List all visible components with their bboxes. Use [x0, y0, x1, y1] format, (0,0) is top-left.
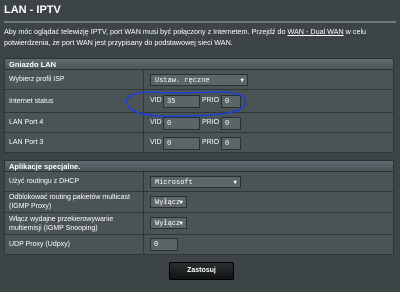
internet-vid-label: VID — [150, 97, 162, 104]
igmp-snooping-value: Wyłącz — [155, 220, 181, 228]
dhcp-routing-value: Microsoft — [155, 179, 193, 187]
igmp-proxy-label: Odblokować routing pakietów multicast (I… — [5, 192, 144, 212]
chevron-down-icon: ▼ — [233, 179, 237, 186]
udp-proxy-label: UDP Proxy (Udpxy) — [5, 235, 144, 254]
igmp-proxy-select[interactable]: Wyłącz ▼ — [150, 196, 187, 208]
wan-dual-wan-link[interactable]: WAN - Dual WAN — [288, 27, 344, 36]
page-description: Aby móc oglądać telewizję IPTV, port WAN… — [4, 26, 396, 48]
igmp-snooping-row: Włącz wydajne przekierowywanie multiemis… — [4, 213, 394, 235]
chevron-down-icon: ▼ — [179, 199, 183, 206]
isp-profile-label: Wybierz profil ISP — [5, 70, 144, 89]
page-title: LAN - IPTV — [4, 4, 61, 16]
dhcp-routing-label: Użyć routingu z DHCP — [5, 172, 144, 191]
chevron-down-icon: ▼ — [179, 220, 183, 227]
lan4-prio-input[interactable]: 0 — [221, 117, 241, 130]
lan4-prio-label: PRIO — [202, 119, 220, 126]
lan-port-4-row: LAN Port 4 VID 0 PRIO 0 — [4, 113, 394, 133]
lan3-prio-input[interactable]: 0 — [221, 137, 241, 150]
dhcp-routing-select[interactable]: Microsoft ▼ — [150, 176, 241, 188]
internet-vid-input[interactable]: 35 — [163, 95, 200, 108]
internet-status-label: Internet status — [5, 90, 144, 112]
lan4-vid-input[interactable]: 0 — [163, 117, 200, 130]
igmp-snooping-select[interactable]: Wyłącz ▼ — [150, 217, 187, 229]
isp-profile-value: Ustaw. ręczne — [155, 77, 210, 85]
igmp-proxy-row: Odblokować routing pakietów multicast (I… — [4, 192, 394, 213]
lan-port-3-label: LAN Port 3 — [5, 133, 144, 152]
internet-status-row: Internet status VID 35 PRIO 0 — [4, 90, 394, 113]
apply-button[interactable]: Zastosuj — [169, 262, 234, 280]
lan-port-4-label: LAN Port 4 — [5, 113, 144, 132]
igmp-proxy-value: Wyłącz — [155, 199, 181, 207]
lan3-prio-label: PRIO — [202, 139, 220, 146]
udp-proxy-row: UDP Proxy (Udpxy) 0 — [4, 235, 394, 255]
lan-port-3-row: LAN Port 3 VID 0 PRIO 0 — [4, 133, 394, 153]
special-apps-heading: Aplikacje specjalne. — [4, 160, 394, 172]
title-divider — [4, 21, 396, 23]
description-text-1: Aby móc oglądać telewizję IPTV, port WAN… — [4, 27, 288, 36]
udp-proxy-input[interactable]: 0 — [150, 238, 178, 251]
dhcp-routing-row: Użyć routingu z DHCP Microsoft ▼ — [4, 172, 394, 192]
lan3-vid-label: VID — [150, 139, 162, 146]
internet-prio-input[interactable]: 0 — [221, 95, 241, 108]
chevron-down-icon: ▼ — [240, 77, 244, 84]
igmp-snooping-label: Włącz wydajne przekierowywanie multiemis… — [5, 213, 144, 234]
internet-prio-label: PRIO — [202, 97, 220, 104]
isp-profile-row: Wybierz profil ISP Ustaw. ręczne ▼ — [4, 70, 394, 90]
lan4-vid-label: VID — [150, 119, 162, 126]
lan3-vid-input[interactable]: 0 — [163, 137, 200, 150]
isp-profile-select[interactable]: Ustaw. ręczne ▼ — [150, 74, 248, 86]
lan-section-heading: Gniazdo LAN — [4, 58, 394, 70]
